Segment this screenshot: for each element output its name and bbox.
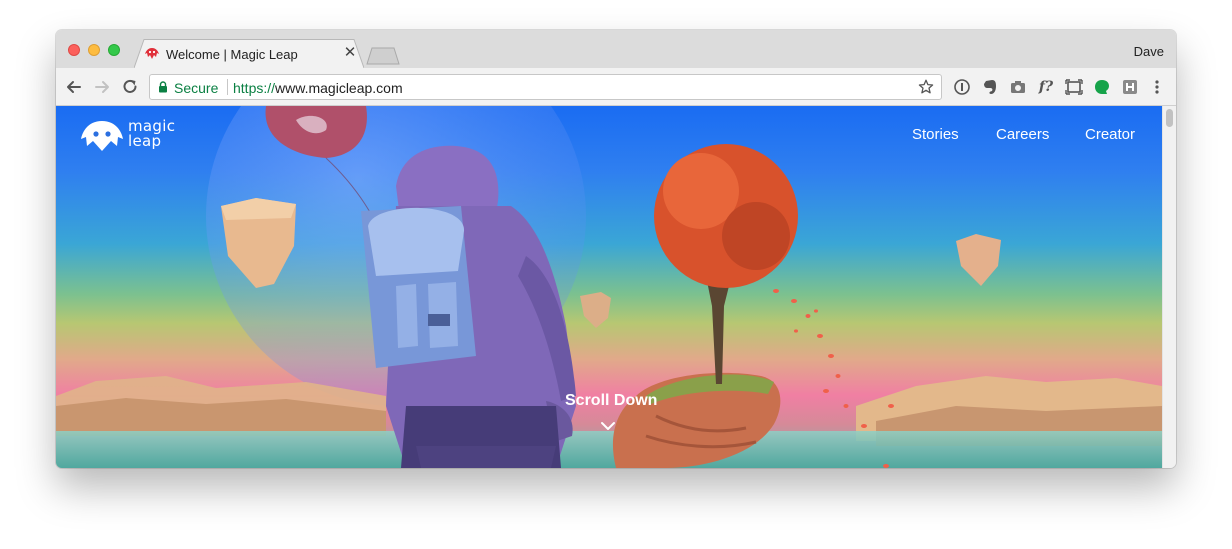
back-arrow-icon[interactable] [64, 77, 84, 97]
hero-illustration [56, 106, 1162, 468]
address-bar[interactable]: Secure https://www.magicleap.com [149, 74, 942, 100]
nav-stories-link[interactable]: Stories [912, 126, 959, 144]
formula-extension-icon[interactable]: f? [1035, 78, 1057, 96]
tab-title: Welcome | Magic Leap [166, 47, 298, 62]
nav-careers-link[interactable]: Careers [996, 126, 1049, 144]
astronaut-reflection [416, 446, 556, 468]
address-separator [227, 79, 228, 95]
magic-leap-hero: magic leap Stories Careers Creator Scrol… [56, 106, 1162, 468]
scrollbar-thumb[interactable] [1166, 109, 1173, 127]
url-text[interactable]: https://www.magicleap.com [233, 80, 403, 96]
magic-leap-logo-icon[interactable] [80, 119, 124, 153]
new-tab-button[interactable] [366, 47, 400, 65]
evernote-icon[interactable] [981, 78, 999, 96]
reload-icon[interactable] [120, 77, 140, 97]
logo-wordmark[interactable]: magic leap [128, 119, 175, 149]
grammarly-leaf-icon[interactable] [1093, 78, 1111, 96]
password-manager-icon[interactable] [953, 78, 971, 96]
zoom-window-button[interactable] [108, 44, 120, 56]
magic-leap-favicon-icon [145, 48, 159, 59]
forward-arrow-icon[interactable] [92, 77, 112, 97]
browser-window: Welcome | Magic Leap ✕ Dave Secure https… [56, 30, 1176, 468]
menu-kebab-icon[interactable] [1148, 78, 1166, 96]
logo-line-2: leap [128, 132, 162, 150]
floating-rock-right [956, 234, 1001, 286]
scroll-down-label[interactable]: Scroll Down [565, 392, 657, 410]
water-surface [56, 431, 1162, 468]
url-scheme: https:// [233, 80, 276, 96]
tab-strip: Welcome | Magic Leap ✕ Dave [56, 30, 1176, 68]
floating-rock-center [580, 292, 611, 328]
backpack-slot [428, 314, 450, 326]
secure-label: Secure [174, 80, 219, 96]
browser-toolbar: Secure https://www.magicleap.com f? [56, 68, 1176, 106]
profile-name[interactable]: Dave [1134, 44, 1164, 59]
hypothesis-icon[interactable] [1121, 78, 1139, 96]
tree-canopy-shade [722, 202, 790, 270]
lock-icon [159, 81, 167, 93]
backpack-flap [368, 207, 465, 276]
page-scrollbar[interactable] [1162, 106, 1176, 468]
nav-creator-link[interactable]: Creator [1085, 126, 1135, 144]
tab-close-icon[interactable]: ✕ [343, 45, 357, 60]
minimize-window-button[interactable] [88, 44, 100, 56]
fullscreen-icon[interactable] [1065, 78, 1083, 96]
camera-icon[interactable] [1009, 78, 1027, 96]
url-host: www.magicleap.com [275, 80, 403, 96]
close-window-button[interactable] [68, 44, 80, 56]
bookmark-star-icon[interactable] [917, 78, 935, 96]
chevron-down-icon[interactable] [600, 420, 616, 432]
